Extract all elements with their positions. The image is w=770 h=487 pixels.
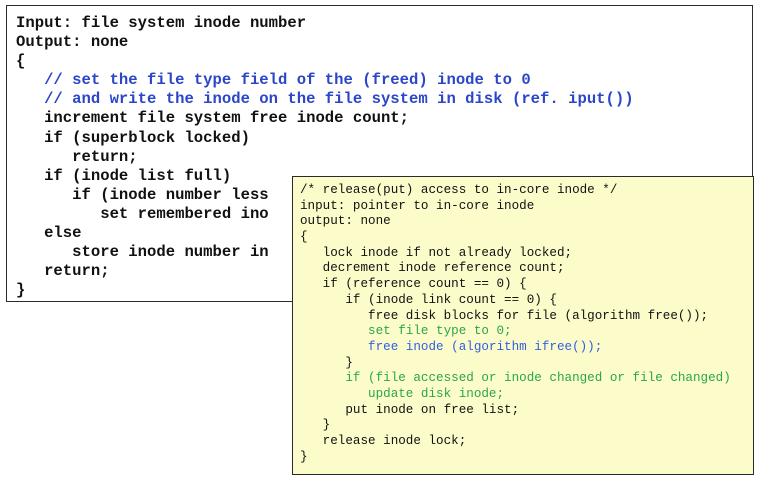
code-line: } bbox=[300, 355, 353, 370]
code-comment-line: // set the file type field of the (freed… bbox=[16, 71, 531, 90]
iput-input-line: input: pointer to in-core inode bbox=[300, 198, 535, 213]
algorithm-iput-panel: /* release(put) access to in-core inode … bbox=[292, 176, 754, 475]
code-line: if (reference count == 0) { bbox=[300, 277, 527, 292]
highlight-green-line: update disk inode; bbox=[300, 386, 505, 401]
iput-title-comment: /* release(put) access to in-core inode … bbox=[300, 183, 618, 197]
code-line-open-brace: { bbox=[16, 52, 26, 71]
highlight-blue-line: free inode (algorithm ifree()); bbox=[300, 339, 603, 354]
iput-code-block: /* release(put) access to in-core inode … bbox=[300, 183, 731, 465]
code-line: put inode on free list; bbox=[300, 402, 520, 417]
code-line: lock inode if not already locked; bbox=[300, 245, 573, 260]
code-line-close-brace: } bbox=[300, 449, 308, 464]
code-line: decrement inode reference count; bbox=[300, 261, 565, 276]
code-line: if (inode link count == 0) { bbox=[300, 292, 557, 307]
code-line: free disk blocks for file (algorithm fre… bbox=[300, 308, 709, 323]
code-comment-line: // and write the inode on the file syste… bbox=[16, 90, 634, 109]
code-line: } bbox=[300, 418, 331, 433]
code-line: return; bbox=[16, 147, 138, 166]
highlight-green-line: if (file accessed or inode changed or fi… bbox=[300, 371, 731, 386]
code-line: increment file system free inode count; bbox=[16, 109, 410, 128]
code-line-input: Input: file system inode number bbox=[16, 14, 307, 32]
code-line: release inode lock; bbox=[300, 434, 467, 448]
code-line-output: Output: none bbox=[16, 33, 129, 52]
code-line: if (superblock locked) bbox=[16, 128, 250, 147]
iput-output-line: output: none bbox=[300, 214, 391, 229]
highlight-green-line: set file type to 0; bbox=[300, 324, 512, 339]
code-line-open-brace: { bbox=[300, 230, 308, 245]
